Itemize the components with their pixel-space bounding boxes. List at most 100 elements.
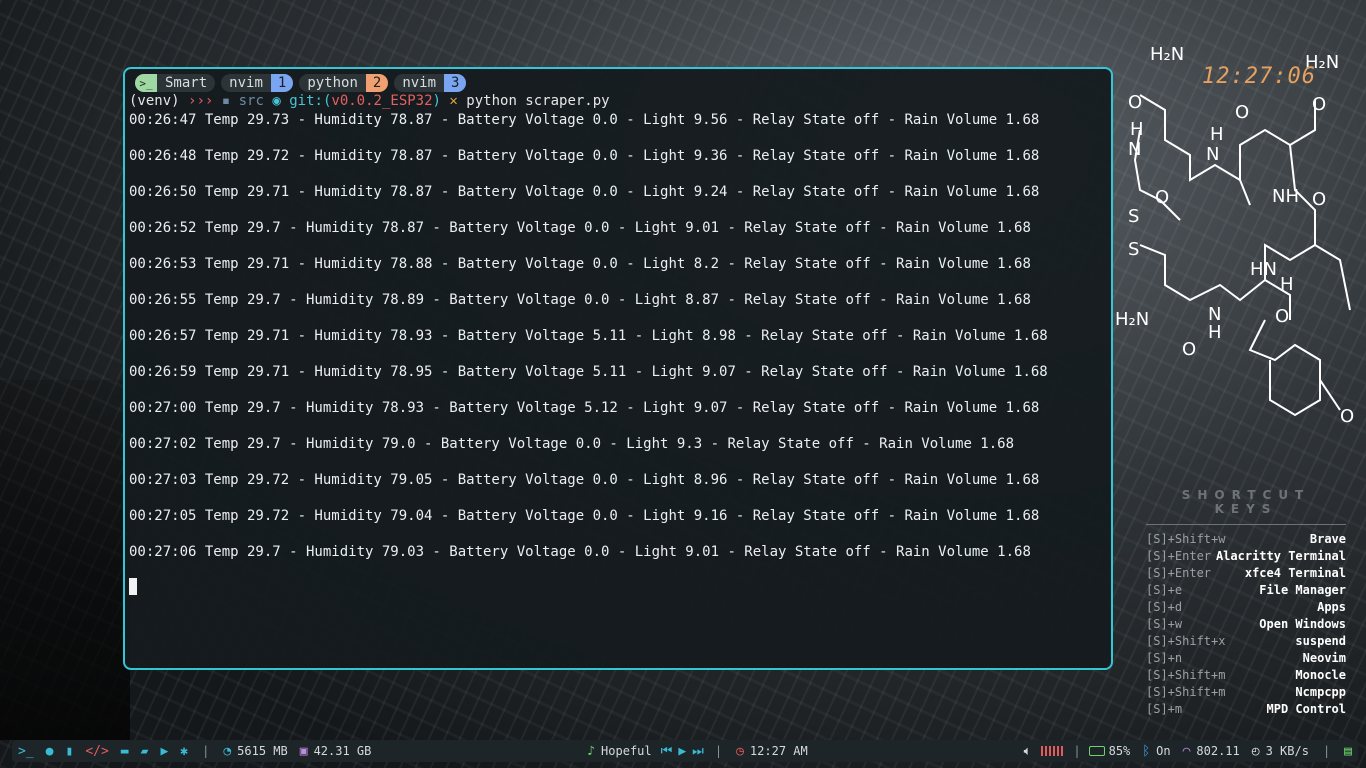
prompt-arrows: ›››: [188, 93, 214, 109]
volume-icon[interactable]: 🔈︎: [1024, 744, 1032, 759]
music-title[interactable]: Hopeful: [601, 744, 652, 758]
molecule-label: O: [1312, 94, 1326, 115]
molecule-label: H₂N: [1115, 309, 1149, 330]
molecule-label: O: [1312, 189, 1326, 210]
notes-icon[interactable]: ▮: [65, 744, 73, 759]
shortcut-key: [S]+Enter: [1146, 549, 1212, 563]
shortcut-row: [S]+w Open Windows: [1146, 616, 1346, 633]
molecule-label: O: [1182, 339, 1196, 360]
status-bar: >_ ● ▮ </> ▬ ▰ ▶ ✱ | ◔ 5615 MB ▣ 42.31 G…: [12, 740, 1358, 762]
settings-icon[interactable]: ✱: [180, 744, 188, 759]
folder-icon[interactable]: ▰: [141, 744, 149, 759]
clipboard-icon[interactable]: ▤: [1344, 744, 1352, 759]
molecule-label: O: [1275, 306, 1289, 327]
molecule-label: N: [1206, 144, 1219, 165]
molecule-label: H: [1208, 322, 1222, 343]
shortcut-key: [S]+n: [1146, 651, 1183, 665]
divider: |: [1073, 744, 1081, 758]
shortcut-row: [S]+Enter Alacritty Terminal: [1146, 548, 1346, 565]
bluetooth-icon[interactable]: ᛒ: [1142, 744, 1150, 759]
terminal-window[interactable]: >_ Smart nvim 1 python 2 nvim 3 (venv) ›…: [123, 67, 1113, 670]
divider: |: [714, 744, 723, 758]
prompt-dirty-icon: ✕: [449, 93, 458, 109]
bluetooth-status[interactable]: On: [1156, 744, 1170, 758]
molecule-label: H: [1130, 119, 1144, 140]
shortcut-action: File Manager: [1259, 583, 1346, 597]
shortcut-action: Monocle: [1295, 668, 1346, 682]
output-line: 00:27:06 Temp 29.7 - Humidity 79.03 - Ba…: [129, 544, 1031, 560]
prompt-git-label: git:(: [289, 93, 332, 109]
battery-level: 85%: [1108, 744, 1131, 758]
molecule-label: O: [1155, 187, 1169, 208]
chat-icon[interactable]: ▬: [121, 744, 129, 759]
output-line: 00:27:02 Temp 29.7 - Humidity 79.0 - Bat…: [129, 436, 1015, 452]
volume-level[interactable]: [1041, 746, 1066, 756]
prompt-git-close: ): [432, 93, 441, 109]
code-icon[interactable]: </>: [85, 744, 108, 759]
molecule-label: HN: [1250, 259, 1277, 280]
shortcut-row: [S]+Shift+m Ncmpcpp: [1146, 684, 1346, 701]
output-line: 00:26:59 Temp 29.71 - Humidity 78.95 - B…: [129, 364, 1048, 380]
prompt-directory: src: [238, 93, 264, 109]
terminal-tab-bar: >_ Smart nvim 1 python 2 nvim 3: [135, 73, 467, 93]
molecule-label: NH: [1272, 186, 1299, 207]
tab-number: 2: [365, 74, 389, 92]
prompt-venv: (venv): [129, 93, 180, 109]
battery-icon: [1088, 746, 1105, 756]
wifi-name[interactable]: 802.11: [1196, 744, 1239, 758]
shortcut-action: MPD Control: [1266, 702, 1346, 716]
folder-icon: ▪: [221, 93, 231, 109]
molecule-label: H: [1280, 274, 1294, 295]
molecule-label: S: [1128, 239, 1139, 260]
output-line: 00:26:50 Temp 29.71 - Humidity 78.87 - B…: [129, 184, 1040, 200]
shortcut-row: [S]+d Apps: [1146, 599, 1346, 616]
github-icon: ◉: [272, 93, 281, 109]
network-speed: 3 KB/s: [1265, 744, 1309, 758]
terminal-icon: >_: [135, 74, 157, 92]
next-track-icon[interactable]: ⏭: [692, 744, 704, 759]
shortcut-row: [S]+n Neovim: [1146, 650, 1346, 667]
molecule-label: H: [1210, 124, 1224, 145]
molecule-label: N: [1128, 139, 1141, 160]
molecule-label: O: [1235, 102, 1249, 123]
terminal-output: 00:26:47 Temp 29.73 - Humidity 78.87 - B…: [129, 111, 1048, 579]
shortcut-row: [S]+Enter xfce4 Terminal: [1146, 565, 1346, 582]
text-cursor[interactable]: [129, 578, 137, 595]
shortcut-keys-widget: SHORTCUT KEYS [S]+Shift+w Brave [S]+Enter…: [1146, 488, 1346, 718]
previous-track-icon[interactable]: ⏮: [661, 744, 673, 759]
play-icon[interactable]: ▶: [678, 744, 686, 759]
wifi-icon[interactable]: ◠: [1183, 744, 1191, 759]
output-line: 00:26:53 Temp 29.71 - Humidity 78.88 - B…: [129, 256, 1031, 272]
prompt-command: python scraper.py: [466, 93, 610, 109]
shortcut-key: [S]+Enter: [1146, 566, 1212, 580]
output-line: 00:27:05 Temp 29.72 - Humidity 79.04 - B…: [129, 508, 1040, 524]
tab-nvim-3[interactable]: nvim 3: [394, 74, 467, 92]
tab-label: Smart: [165, 75, 208, 91]
tab-nvim-1[interactable]: nvim 1: [221, 74, 294, 92]
shortcut-row: [S]+Shift+w Brave: [1146, 531, 1346, 548]
shortcut-key: [S]+Shift+m: [1146, 668, 1226, 682]
disk-usage: 42.31 GB: [313, 744, 372, 758]
shortcut-key: [S]+Shift+x: [1146, 634, 1226, 648]
divider: |: [1322, 744, 1331, 758]
firefox-icon[interactable]: ●: [46, 744, 54, 759]
tab-label: nvim: [402, 75, 437, 91]
wallpaper-shadow: [0, 380, 130, 740]
clock-icon: ◷: [736, 743, 744, 759]
output-line: 00:27:00 Temp 29.7 - Humidity 78.93 - Ba…: [129, 400, 1040, 416]
output-line: 00:26:48 Temp 29.72 - Humidity 78.87 - B…: [129, 148, 1040, 164]
shortcut-action: suspend: [1295, 634, 1346, 648]
tab-smart[interactable]: >_ Smart: [135, 74, 216, 92]
molecule-label: H₂N: [1150, 44, 1184, 65]
tab-python-2[interactable]: python 2: [299, 74, 389, 92]
tab-label: python: [307, 75, 358, 91]
memory-usage: 5615 MB: [237, 744, 288, 758]
molecule-label: S: [1128, 206, 1139, 227]
molecule-label: O: [1128, 92, 1142, 113]
shortcut-key: [S]+w: [1146, 617, 1183, 631]
terminal-icon[interactable]: >_: [18, 744, 34, 759]
molecule-label: O: [1340, 406, 1354, 427]
tab-label: nvim: [229, 75, 263, 91]
youtube-icon[interactable]: ▶: [160, 744, 168, 759]
music-note-icon: ♪: [587, 743, 596, 759]
